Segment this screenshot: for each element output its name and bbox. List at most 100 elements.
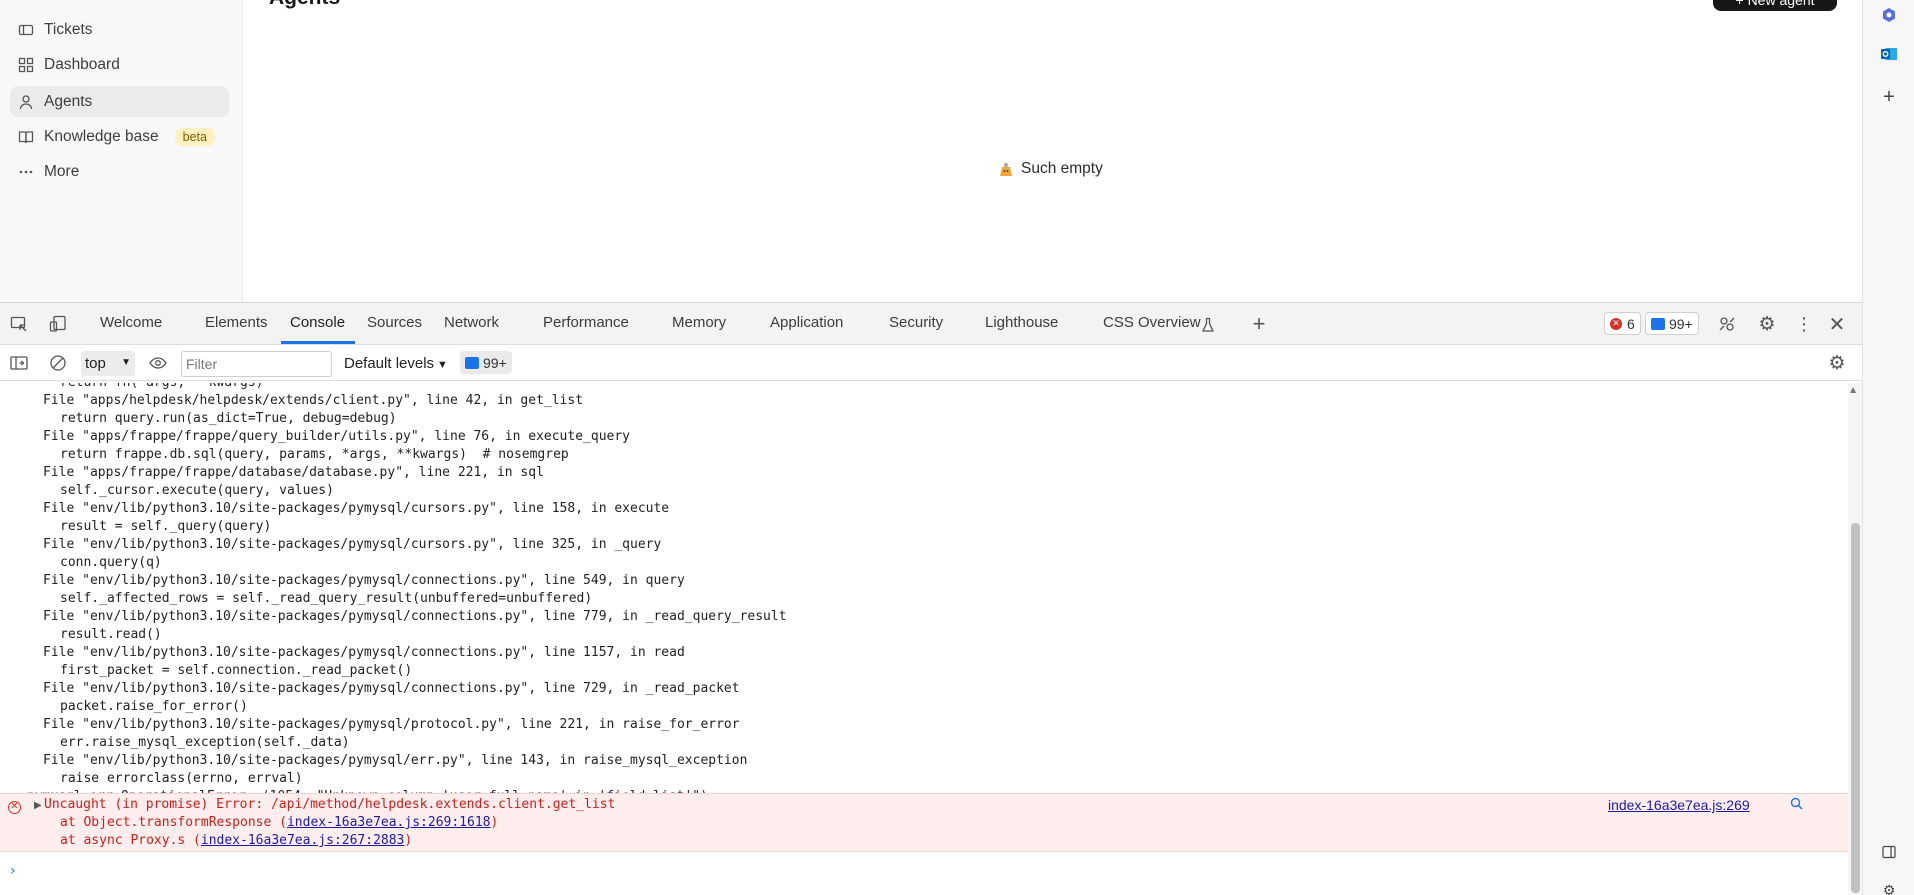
traceback-line: return query.run(as_dict=True, debug=deb…	[60, 411, 397, 426]
settings-icon[interactable]: ⚙	[1877, 878, 1901, 895]
tab-network[interactable]: Network	[444, 314, 499, 331]
traceback-line: first_packet = self.connection._read_pac…	[60, 663, 413, 678]
beta-badge: beta	[174, 127, 215, 146]
more-horizontal-icon	[17, 163, 35, 181]
sidebar: Tickets Dashboard Agents Knowledge base	[0, 0, 243, 302]
console-settings-icon[interactable]: ⚙	[1827, 353, 1847, 374]
customize-icon[interactable]	[1717, 314, 1737, 334]
console-output: return fn(*args, **kwargs)File "apps/hel…	[0, 383, 1848, 895]
stack-frame: at Object.transformResponse (index-16a3e…	[60, 814, 498, 832]
sidebar-item-label: Tickets	[44, 20, 93, 38]
traceback-line: File "env/lib/python3.10/site-packages/p…	[43, 753, 748, 768]
traceback-line: raise errorclass(errno, errval)	[60, 771, 303, 786]
sidebar-item-tickets[interactable]: Tickets	[10, 14, 229, 45]
main-content: Agents + New agent Such empty	[244, 0, 1862, 302]
error-count-badge[interactable]: ✕ 6	[1604, 312, 1641, 335]
sidebar-item-dashboard[interactable]: Dashboard	[10, 49, 229, 80]
devtools-settings-icon[interactable]: ⚙	[1757, 314, 1777, 335]
traceback-line: self._cursor.execute(query, values)	[60, 483, 334, 498]
error-source-link[interactable]: index-16a3e7ea.js:269	[1608, 797, 1750, 813]
message-icon	[1651, 317, 1665, 330]
message-icon	[465, 356, 479, 369]
tab-memory[interactable]: Memory	[672, 314, 726, 331]
tab-sources[interactable]: Sources	[367, 314, 422, 331]
stack-frame-paren: )	[404, 833, 413, 848]
dashboard-icon	[17, 56, 35, 74]
message-count-badge[interactable]: 99+	[1645, 312, 1699, 335]
issues-count-badge[interactable]: 99+	[460, 351, 512, 374]
stack-frame-link[interactable]: index-16a3e7ea.js:269:1618	[287, 815, 491, 830]
stack-frame-paren: )	[490, 815, 499, 830]
traceback-line: File "env/lib/python3.10/site-packages/p…	[43, 501, 670, 516]
traceback-line: return fn(*args, **kwargs)	[0, 383, 264, 392]
log-levels-dropdown[interactable]: Default levels ▼	[344, 355, 448, 372]
close-devtools-icon[interactable]: ✕	[1827, 314, 1847, 336]
new-agent-button[interactable]: + New agent	[1713, 0, 1837, 11]
sidebar-show-icon[interactable]	[9, 353, 29, 373]
devtools-panel: Welcome Elements Console Sources Network…	[0, 302, 1862, 895]
error-count: 6	[1627, 315, 1635, 332]
empty-emoji-icon	[1000, 163, 1012, 176]
filter-input[interactable]	[181, 351, 332, 377]
search-icon[interactable]	[1790, 797, 1803, 814]
traceback-line: File "env/lib/python3.10/site-packages/p…	[43, 573, 685, 588]
sidebar-item-label: More	[44, 162, 80, 180]
traceback-line: File "apps/frappe/frappe/database/databa…	[43, 465, 544, 480]
device-toolbar-icon[interactable]	[48, 314, 68, 334]
error-message[interactable]: ✕ ▶ Uncaught (in promise) Error: /api/me…	[0, 793, 1848, 852]
sidebar-item-agents[interactable]: Agents	[10, 86, 229, 117]
tab-security[interactable]: Security	[889, 314, 943, 331]
sidebar-item-label: Agents	[44, 92, 93, 110]
sidebar-item-knowledge-base[interactable]: Knowledge base beta	[10, 121, 229, 152]
traceback-line: File "env/lib/python3.10/site-packages/p…	[43, 537, 662, 552]
log-levels-label: Default levels	[344, 355, 435, 372]
scroll-thumb[interactable]	[1851, 523, 1860, 893]
flask-icon	[1198, 315, 1218, 335]
outlook-icon[interactable]	[1877, 42, 1901, 66]
tab-performance[interactable]: Performance	[543, 314, 629, 331]
sidebar-item-more[interactable]: More	[10, 156, 229, 187]
book-icon	[17, 128, 35, 146]
tab-welcome[interactable]: Welcome	[100, 314, 162, 331]
add-icon[interactable]: +	[1877, 85, 1901, 109]
more-options-icon[interactable]: ⋮	[1794, 314, 1814, 334]
tab-lighthouse[interactable]: Lighthouse	[985, 314, 1058, 331]
expand-triangle-icon[interactable]: ▶	[34, 800, 42, 811]
traceback-line: File "env/lib/python3.10/site-packages/p…	[43, 681, 740, 696]
browser-side-panel: + ⚙	[1862, 0, 1914, 895]
tab-console[interactable]: Console	[290, 314, 345, 331]
tab-css-overview[interactable]: CSS Overview	[1103, 314, 1201, 331]
inspect-element-icon[interactable]	[9, 314, 29, 334]
devtools-tab-bar: Welcome Elements Console Sources Network…	[0, 303, 1862, 345]
sidebar-toggle-icon[interactable]	[1877, 840, 1901, 864]
traceback-line: packet.raise_for_error()	[60, 699, 248, 714]
stack-frame-link[interactable]: index-16a3e7ea.js:267:2883	[201, 833, 405, 848]
error-icon: ✕	[1610, 317, 1622, 330]
traceback-line: File "apps/helpdesk/helpdesk/extends/cli…	[43, 393, 584, 408]
context-select[interactable]: top ▼	[81, 351, 135, 376]
clear-console-icon[interactable]	[48, 353, 68, 373]
copilot-icon[interactable]	[1877, 3, 1901, 27]
scroll-up-arrow-icon[interactable]: ▲	[1850, 385, 1856, 394]
stack-frame: at async Proxy.s (index-16a3e7ea.js:267:…	[60, 832, 412, 850]
stack-frame-text: at Object.transformResponse (	[60, 815, 287, 830]
stack-frame-text: at async Proxy.s (	[60, 833, 201, 848]
traceback-line: result = self._query(query)	[60, 519, 272, 534]
live-expression-eye-icon[interactable]	[148, 353, 168, 373]
traceback-line: File "env/lib/python3.10/site-packages/p…	[43, 717, 740, 732]
console-prompt-icon[interactable]: ›	[10, 863, 16, 879]
tab-application[interactable]: Application	[770, 314, 843, 331]
dropdown-caret-icon: ▼	[121, 357, 131, 368]
traceback-line: File "env/lib/python3.10/site-packages/p…	[43, 645, 685, 660]
tab-elements[interactable]: Elements	[205, 314, 268, 331]
traceback-line: err.raise_mysql_exception(self._data)	[60, 735, 350, 750]
console-scrollbar[interactable]: ▲	[1848, 383, 1862, 895]
sidebar-item-label: Dashboard	[44, 55, 120, 73]
page-title: Agents	[269, 0, 340, 10]
empty-state-text: Such empty	[1021, 160, 1103, 177]
more-tabs-add-icon[interactable]: +	[1249, 311, 1269, 336]
error-text: Uncaught (in promise) Error: /api/method…	[44, 797, 616, 812]
traceback-line: return frappe.db.sql(query, params, *arg…	[60, 447, 569, 462]
traceback-line: File "apps/frappe/frappe/query_builder/u…	[43, 429, 630, 444]
traceback-line: File "env/lib/python3.10/site-packages/p…	[43, 609, 787, 624]
